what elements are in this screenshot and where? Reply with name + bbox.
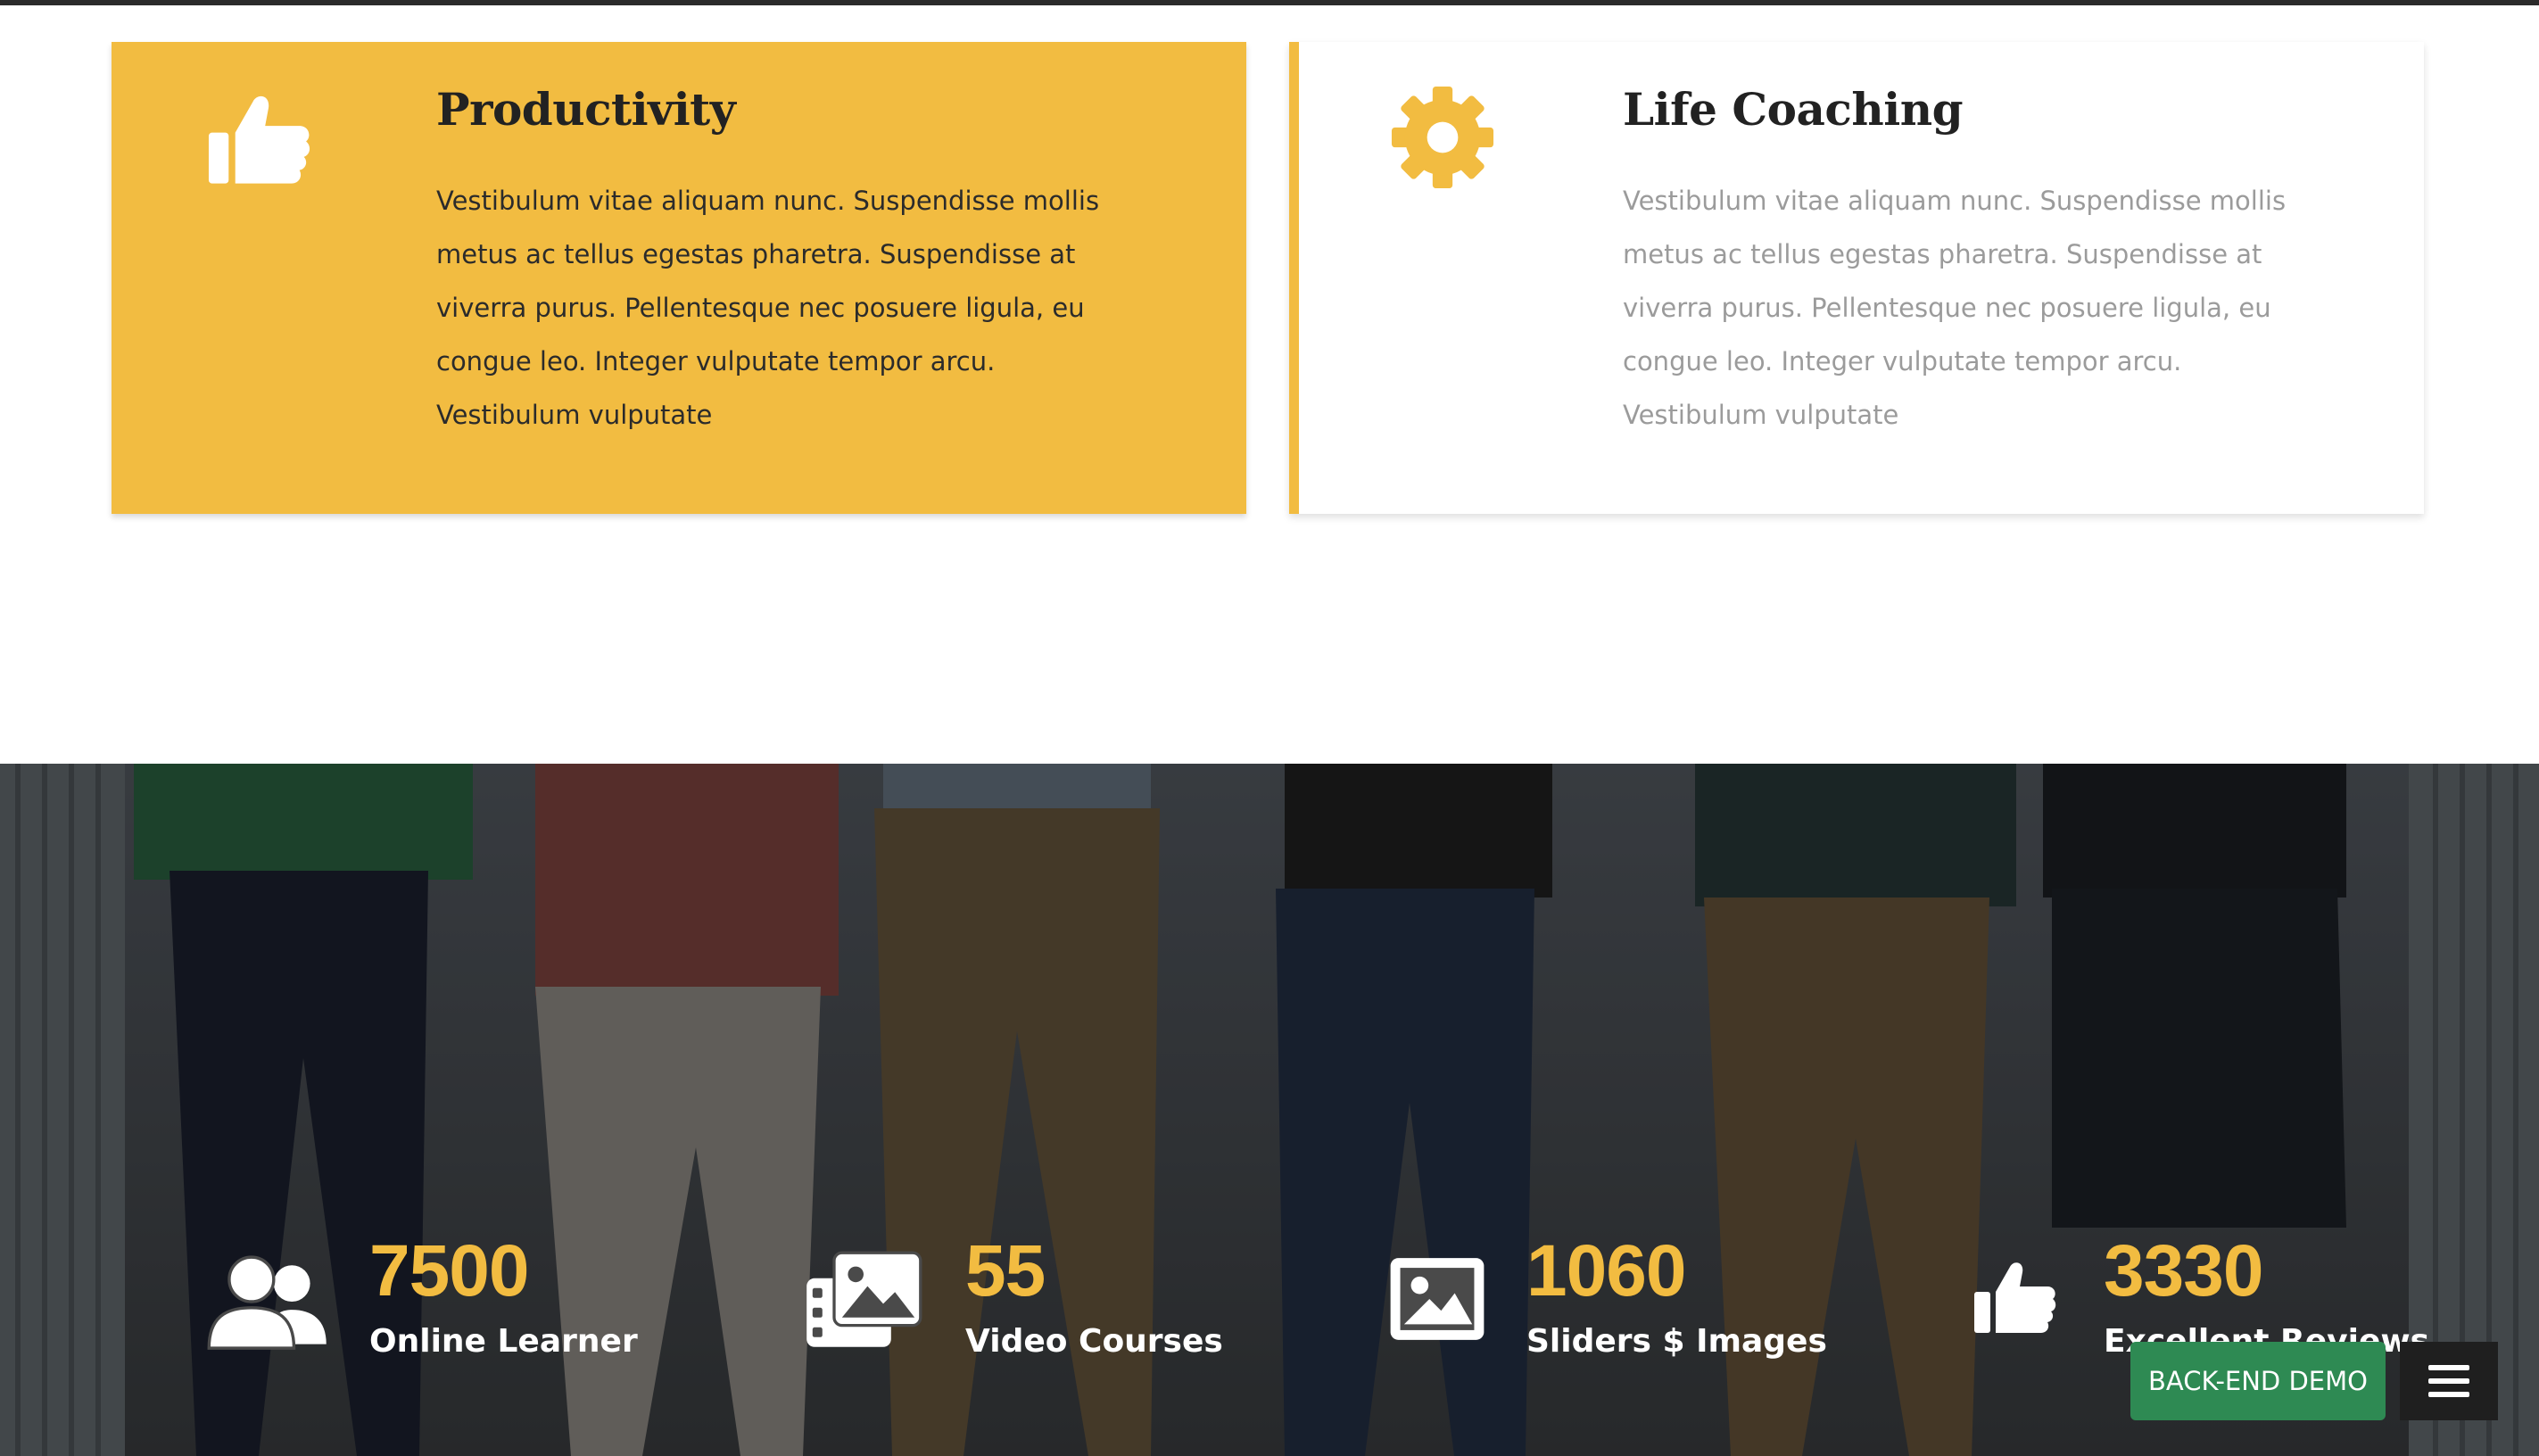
card-text: Vestibulum vitae aliquam nunc. Suspendis… [1623,186,2287,430]
users-icon [207,1255,327,1350]
card-text: Vestibulum vitae aliquam nunc. Suspendis… [436,186,1100,430]
thumbs-up-icon [208,95,310,184]
menu-button[interactable] [2400,1342,2498,1420]
backend-demo-button[interactable]: BACK-END DEMO [2130,1342,2386,1420]
stat-number: 55 [965,1230,1046,1311]
stat-number: 1060 [1526,1230,1686,1311]
image-icon [1390,1258,1485,1340]
stat-label: Sliders $ Images [1526,1323,1827,1360]
life-coaching-card: Life Coaching Vestibulum vitae aliquam n… [1289,42,2424,514]
top-border [0,0,2539,5]
stat-label: Video Courses [965,1323,1223,1360]
hamburger-menu-icon [2428,1365,2469,1397]
gear-icon [1391,86,1494,189]
thumbs-up-icon [1974,1262,2056,1333]
productivity-card: Productivity Vestibulum vitae aliquam nu… [112,42,1246,514]
stat-number: 3330 [2104,1230,2263,1311]
stat-label: Online Learner [369,1323,638,1360]
photo-gallery-icon [806,1251,922,1347]
stat-number: 7500 [369,1230,529,1311]
card-title: Life Coaching [1623,83,1964,136]
card-title: Productivity [436,83,736,136]
